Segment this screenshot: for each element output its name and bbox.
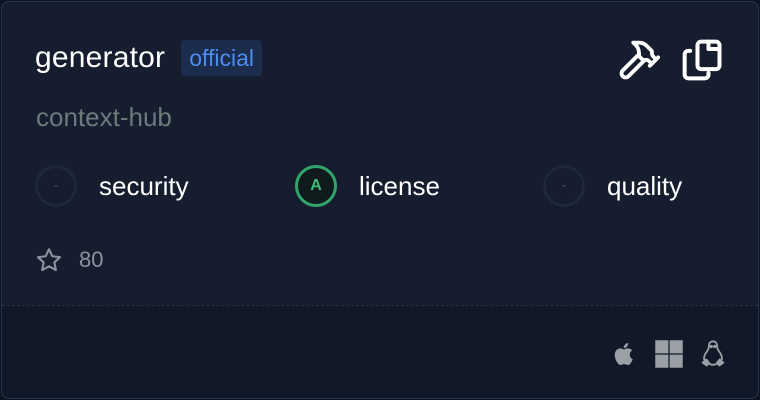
score-security[interactable]: - security — [35, 165, 189, 207]
score-quality-grade: - — [543, 165, 585, 207]
score-license-label: license — [359, 171, 440, 201]
score-security-grade: - — [35, 165, 77, 207]
score-license[interactable]: A license — [295, 165, 440, 207]
build-button[interactable] — [615, 36, 663, 84]
package-namespace: context-hub — [36, 102, 172, 132]
star-icon — [36, 248, 62, 272]
card-footer — [2, 305, 758, 398]
star-count[interactable]: 80 — [35, 245, 103, 275]
package-title[interactable]: generator — [35, 39, 165, 77]
apple-icon — [610, 339, 640, 369]
score-security-label: security — [99, 171, 189, 201]
official-badge: official — [181, 40, 263, 76]
score-quality-label: quality — [607, 171, 683, 201]
package-card[interactable]: generator official context-hub - securit… — [1, 1, 759, 399]
copy-icon — [682, 39, 722, 81]
score-license-grade: A — [295, 165, 337, 207]
score-quality[interactable]: - quality — [543, 165, 682, 207]
copy-button[interactable] — [679, 36, 727, 84]
card-header: generator official — [35, 39, 263, 77]
hammer-icon — [619, 40, 661, 80]
linux-icon — [698, 339, 728, 369]
windows-icon — [654, 339, 684, 369]
stars-count: 80 — [79, 247, 104, 272]
